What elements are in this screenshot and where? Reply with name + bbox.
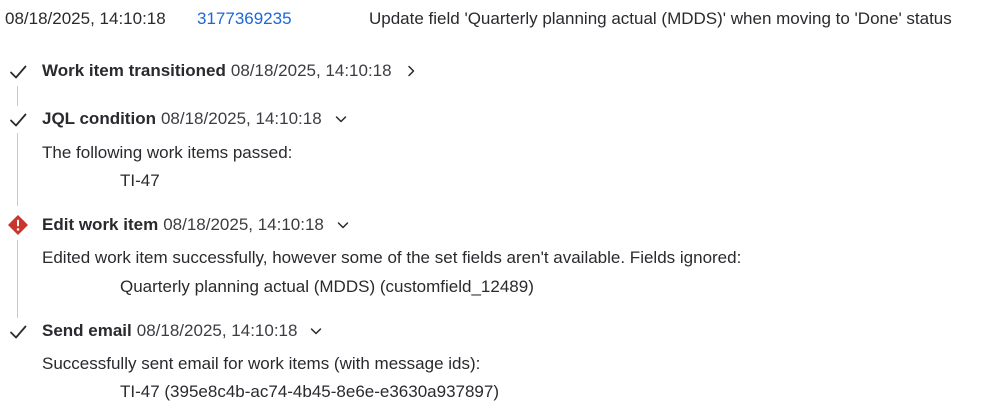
step-title: Work item transitioned bbox=[42, 61, 226, 80]
check-icon bbox=[10, 325, 27, 339]
step-timestamp: 08/18/2025, 14:10:18 bbox=[160, 109, 322, 128]
check-icon bbox=[10, 113, 27, 127]
step-message: Edited work item successfully, however s… bbox=[42, 248, 742, 267]
audit-id-link[interactable]: 3177369235 bbox=[197, 9, 292, 29]
step-title: Edit work item bbox=[42, 215, 159, 234]
rule-name: Update field 'Quarterly planning actual … bbox=[369, 9, 952, 28]
step-timestamp: 08/18/2025, 14:10:18 bbox=[230, 61, 392, 80]
timeline-connector bbox=[17, 133, 18, 206]
chevron-down-icon[interactable] bbox=[336, 218, 350, 232]
audit-log-header: 08/18/2025, 14:10:18 3177369235 Update f… bbox=[0, 7, 998, 31]
step-detail: Quarterly planning actual (MDDS) (custom… bbox=[120, 277, 534, 296]
chevron-down-icon[interactable] bbox=[309, 324, 323, 338]
timeline-connector bbox=[17, 240, 18, 318]
step-timestamp: 08/18/2025, 14:10:18 bbox=[163, 215, 324, 234]
error-diamond-icon bbox=[8, 215, 28, 235]
step-detail: TI-47 (395e8c4b-ac74-4b45-8e6e-e3630a937… bbox=[120, 382, 500, 401]
step-detail: TI-47 bbox=[120, 171, 160, 190]
check-icon bbox=[10, 65, 27, 79]
step-timestamp: 08/18/2025, 14:10:18 bbox=[136, 321, 298, 340]
step-title: JQL condition bbox=[42, 109, 156, 128]
chevron-right-icon[interactable] bbox=[404, 64, 418, 78]
step-message: The following work items passed: bbox=[42, 143, 293, 162]
step-message: Successfully sent email for work items (… bbox=[42, 354, 481, 373]
step-title: Send email bbox=[42, 321, 132, 340]
chevron-down-icon[interactable] bbox=[334, 112, 348, 126]
audit-timestamp: 08/18/2025, 14:10:18 bbox=[5, 9, 166, 28]
timeline-connector bbox=[17, 86, 18, 106]
